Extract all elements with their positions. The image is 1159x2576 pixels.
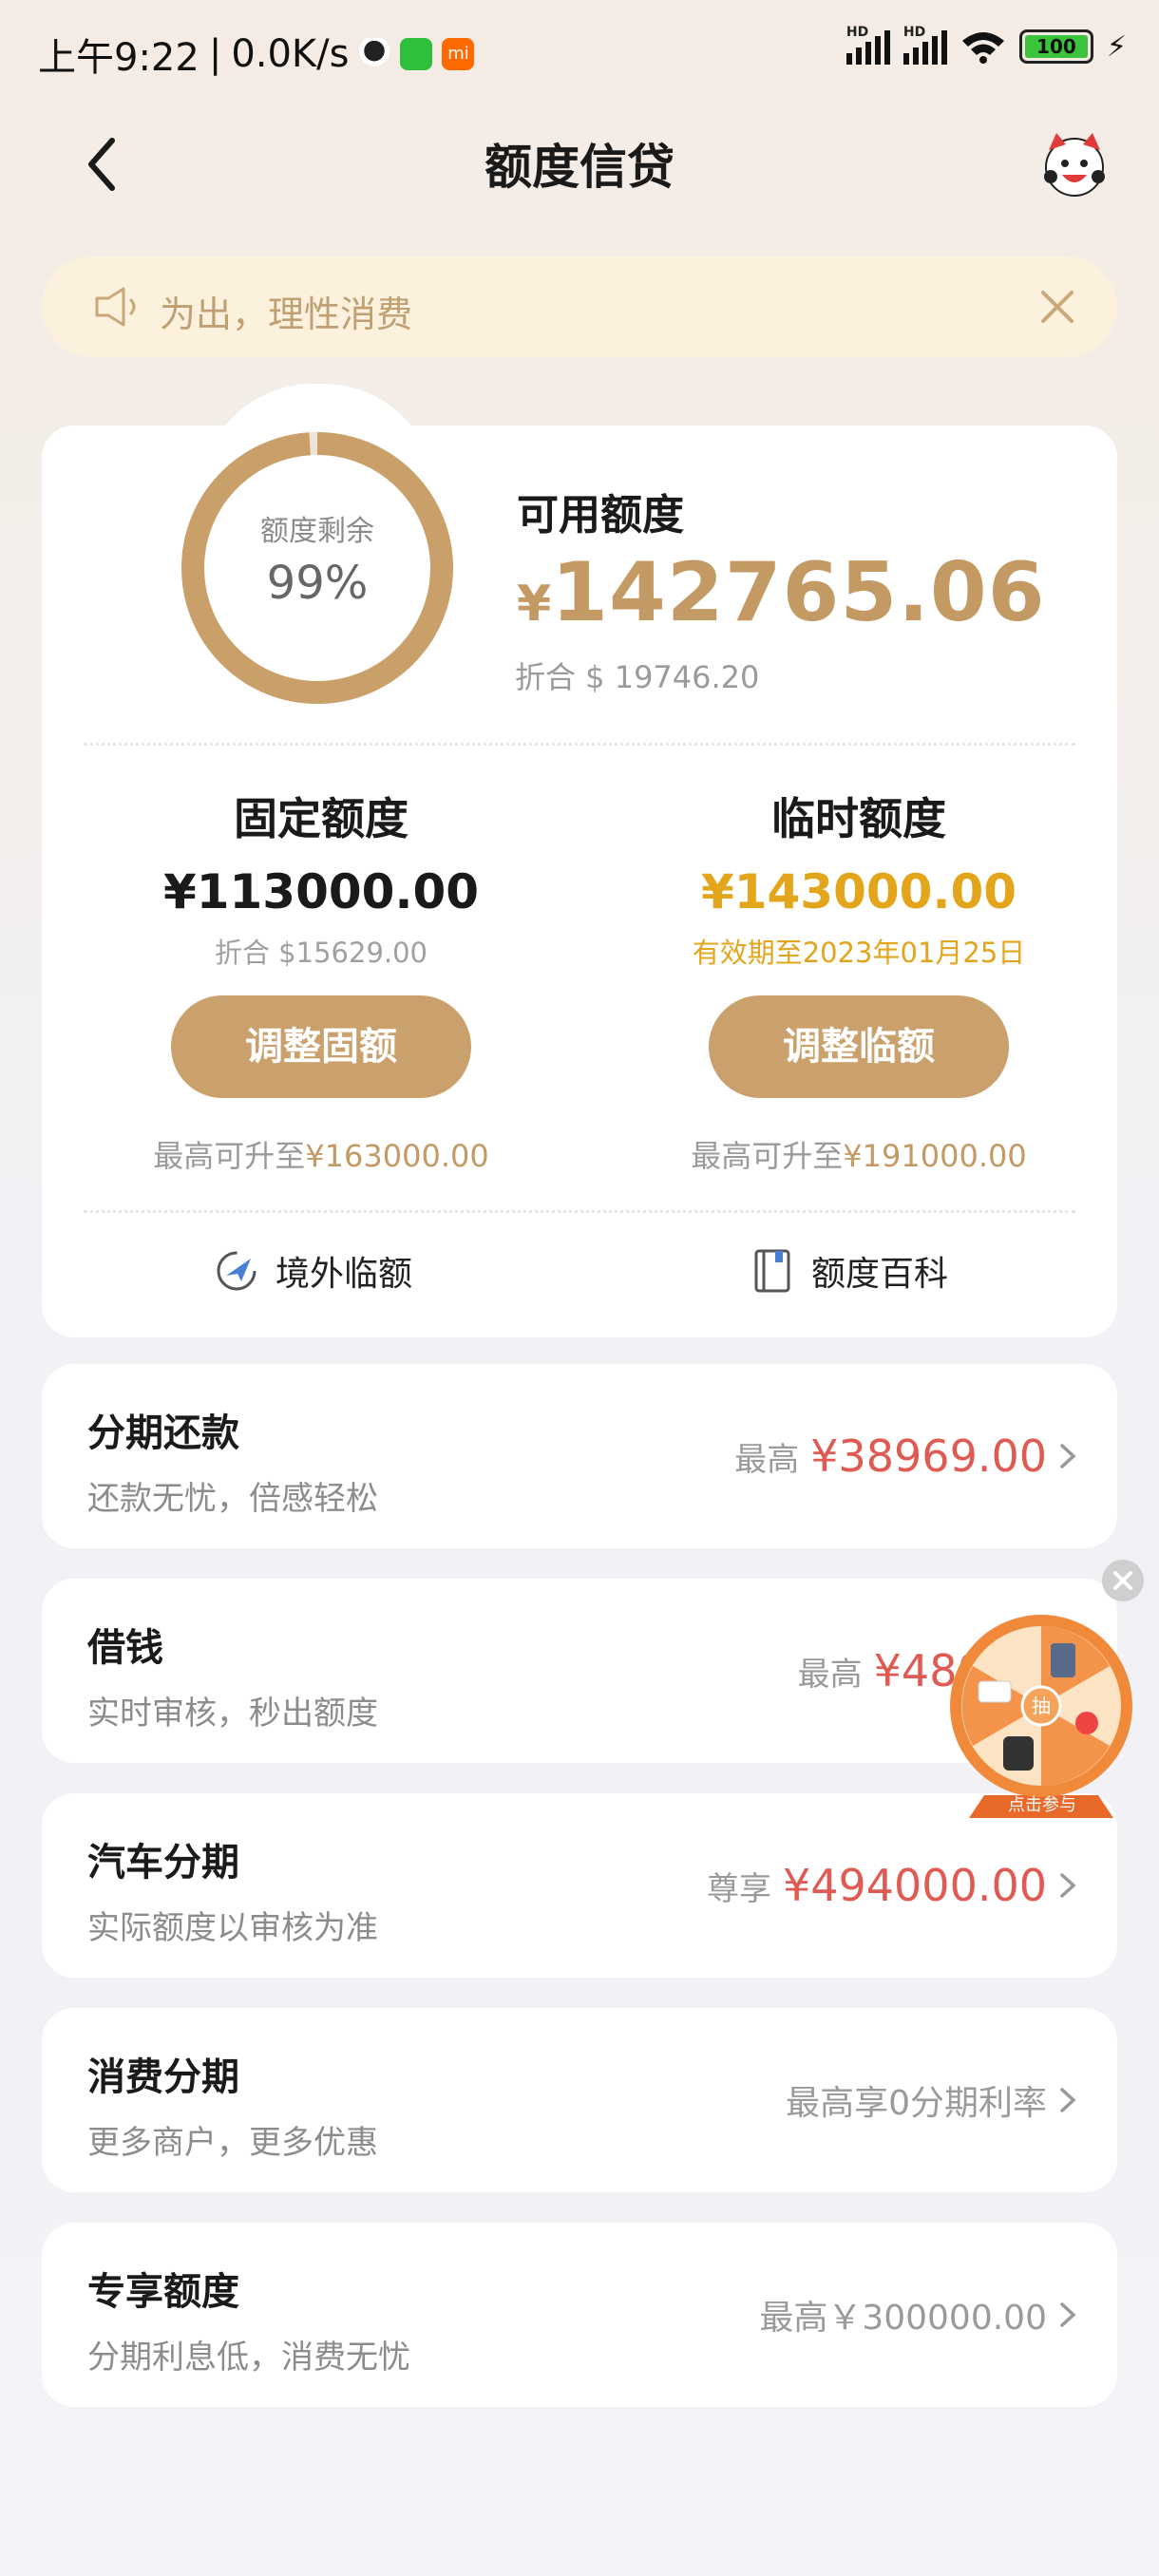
item-title: 借钱 xyxy=(87,1626,163,1670)
charging-icon: ⚡ xyxy=(1106,29,1127,64)
item-value: ¥38969.00 xyxy=(810,1430,1047,1482)
fixed-quota-max: 最高可升至¥163000.00 xyxy=(153,1138,489,1174)
item-prefix: 最高 xyxy=(734,1440,800,1479)
item-desc: 还款无忧，倍感轻松 xyxy=(87,1480,378,1518)
divider xyxy=(84,1210,1075,1213)
quota-wiki-link[interactable]: 额度百科 xyxy=(749,1246,948,1296)
item-prefix: 最高 xyxy=(797,1655,863,1694)
item-title: 汽车分期 xyxy=(87,1841,239,1885)
ring-percent: 99% xyxy=(266,557,369,610)
item-desc: 分期利息低，消费无忧 xyxy=(87,2339,410,2377)
temp-quota-amount: ¥143000.00 xyxy=(700,864,1017,919)
adjust-fixed-button[interactable]: 调整固额 xyxy=(171,995,471,1098)
status-bar: 上午9:22 | 0.0K/s mi HD HD 100 ⚡ xyxy=(0,0,1159,104)
item-value: 最高￥300000.00 xyxy=(759,2299,1047,2338)
close-icon[interactable] xyxy=(1032,281,1083,332)
list-item-installment-repay[interactable]: 分期还款 还款无忧，倍感轻松 最高 ¥38969.00 xyxy=(42,1364,1117,1548)
chevron-right-icon xyxy=(1060,1873,1076,1898)
item-value: 最高享0分期利率 xyxy=(786,2084,1047,2123)
chevron-right-icon xyxy=(1060,2088,1076,2112)
item-title: 消费分期 xyxy=(87,2055,239,2099)
list-item-consumer-installment[interactable]: 消费分期 更多商户，更多优惠 最高享0分期利率 xyxy=(42,2008,1117,2192)
adjust-temp-button[interactable]: 调整临额 xyxy=(709,995,1009,1098)
divider xyxy=(84,743,1075,746)
fixed-quota-usd: 折合 $15629.00 xyxy=(214,937,428,969)
wechat-icon xyxy=(400,38,433,70)
qq-icon xyxy=(358,38,391,70)
fixed-quota-section: 固定额度 ¥113000.00 折合 $15629.00 调整固额 最高可升至¥… xyxy=(84,785,559,1176)
chevron-right-icon xyxy=(1060,2302,1076,2327)
available-usd: 折合 $ 19746.20 xyxy=(515,659,760,695)
overseas-temp-quota-link[interactable]: 境外临额 xyxy=(213,1246,412,1296)
notice-text: 为出，理性消费 xyxy=(160,294,413,335)
notice-bar: 为出，理性消费 xyxy=(42,256,1117,357)
item-desc: 更多商户，更多优惠 xyxy=(87,2124,378,2162)
page-title: 额度信贷 xyxy=(484,140,674,195)
cellular-signal-icon: HD xyxy=(902,25,947,65)
mascot-avatar-icon[interactable] xyxy=(1039,129,1110,199)
overseas-temp-quota-label: 境外临额 xyxy=(276,1255,413,1294)
item-desc: 实际额度以审核为准 xyxy=(87,1909,378,1947)
fixed-quota-amount: ¥113000.00 xyxy=(162,864,480,919)
list-item-exclusive-quota[interactable]: 专享额度 分期利息低，消费无忧 最高￥300000.00 xyxy=(42,2223,1117,2407)
temp-quota-section: 临时额度 ¥143000.00 有效期至2023年01月25日 调整临额 最高可… xyxy=(621,785,1096,1176)
fixed-quota-title: 固定额度 xyxy=(234,793,408,844)
item-value: ¥494000.00 xyxy=(782,1860,1047,1911)
battery-icon: 100 xyxy=(1018,29,1093,64)
network-speed: 0.0K/s xyxy=(231,32,350,76)
status-time: 上午9:22 xyxy=(38,36,200,80)
close-wheel-icon[interactable] xyxy=(1102,1560,1144,1601)
available-amount: ¥142765.06 xyxy=(517,545,1046,640)
item-desc: 实时审核，秒出额度 xyxy=(87,1695,378,1733)
remaining-quota-ring: 额度剩余 99% xyxy=(175,426,460,710)
available-label: 可用额度 xyxy=(517,491,684,540)
plane-icon xyxy=(217,1251,256,1291)
temp-quota-title: 临时额度 xyxy=(771,793,946,844)
ring-label: 额度剩余 xyxy=(260,515,374,548)
wheel-label: 点击参与 xyxy=(1008,1795,1076,1815)
item-prefix: 尊享 xyxy=(706,1869,771,1908)
speaker-icon xyxy=(95,287,136,327)
wifi-icon xyxy=(961,32,1004,64)
svg-text:抽: 抽 xyxy=(1032,1695,1051,1717)
quota-wiki-label: 额度百科 xyxy=(811,1255,949,1294)
status-separator: | xyxy=(208,32,222,76)
book-icon xyxy=(754,1249,790,1293)
temp-quota-expiry: 有效期至2023年01月25日 xyxy=(692,937,1026,969)
cellular-signal-icon: HD xyxy=(846,25,890,65)
item-title: 分期还款 xyxy=(87,1411,239,1455)
chevron-right-icon xyxy=(1060,1444,1076,1468)
item-title: 专享额度 xyxy=(87,2270,239,2314)
mi-icon: mi xyxy=(442,38,475,70)
temp-quota-max: 最高可升至¥191000.00 xyxy=(691,1138,1027,1174)
